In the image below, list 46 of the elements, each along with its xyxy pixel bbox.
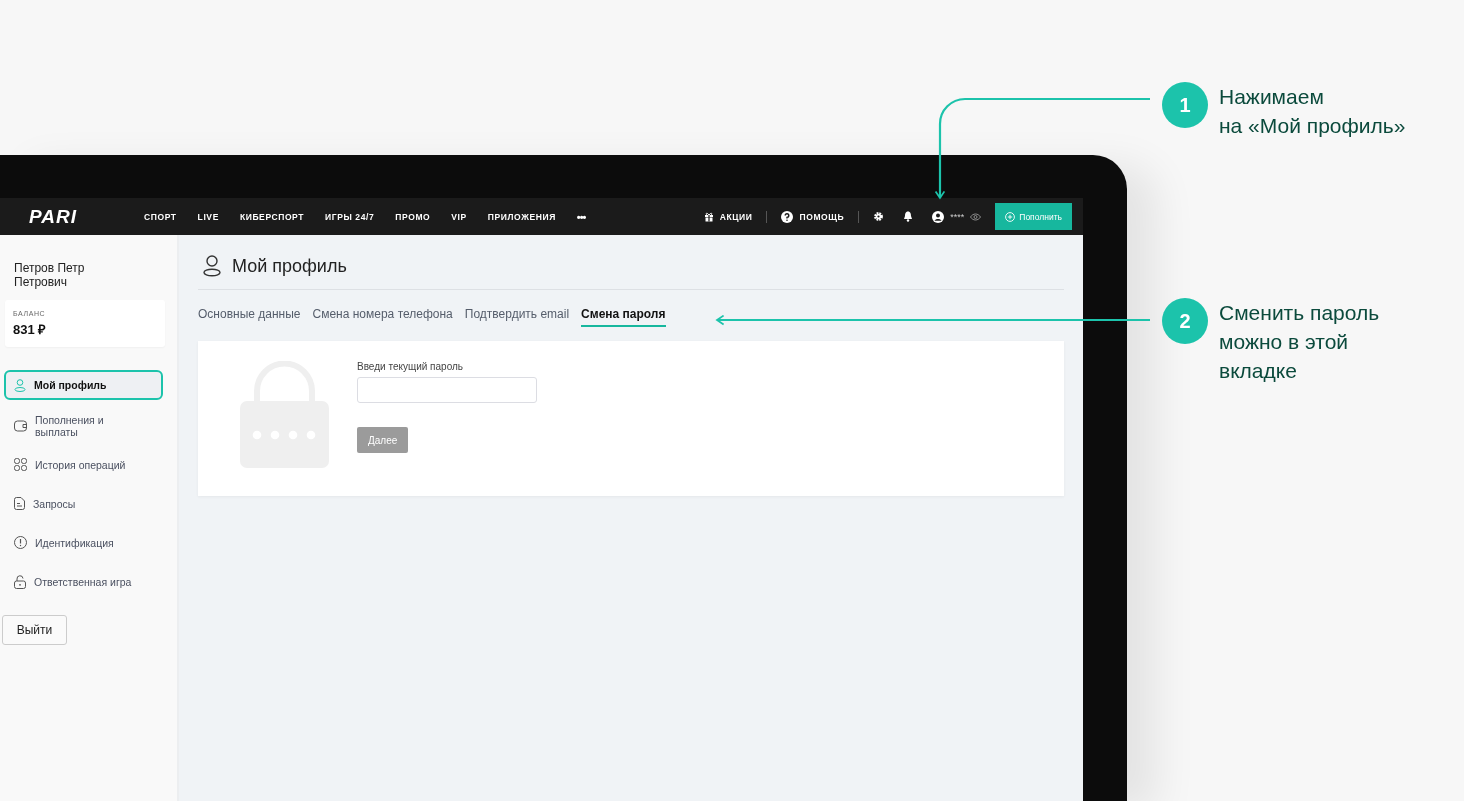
settings-icon[interactable] [873, 211, 885, 222]
nav-link[interactable]: ПРОМО [395, 211, 431, 222]
alert-icon [14, 536, 27, 549]
step-number: 2 [1162, 298, 1208, 344]
tab[interactable]: Подтвердить email [464, 307, 570, 327]
more-menu[interactable]: ••• [576, 210, 586, 223]
sidebar-item[interactable]: Идентификация [4, 523, 163, 562]
balance-amount: 831 ₽ [13, 321, 48, 338]
logo[interactable]: PARI [29, 205, 114, 228]
nav-link[interactable]: LIVE [197, 211, 219, 222]
tab[interactable]: Смена номера телефона [312, 307, 453, 327]
gift-icon [703, 211, 714, 222]
hidden-balance: **** [950, 211, 965, 222]
step-number: 1 [1162, 82, 1208, 128]
sidebar-item[interactable]: Запросы [4, 484, 163, 523]
sidebar-item[interactable]: Пополнения и выплаты [4, 406, 163, 445]
sidebar-item[interactable]: Ответственная игра [4, 562, 163, 601]
sidebar-item[interactable]: Мой профиль [4, 370, 163, 400]
user-name: Петров Петр Петрович [13, 261, 86, 289]
nav-link[interactable]: КИБЕРСПОРТ [239, 211, 305, 222]
grid-icon [14, 458, 27, 471]
field-label: Введи текущий пароль [357, 361, 464, 372]
callout-text: Сменить пароль можно в этой вкладке [1219, 300, 1380, 384]
wallet-icon [14, 419, 27, 432]
nav-link[interactable]: ПРИЛОЖЕНИЯ [487, 211, 556, 222]
help-link[interactable]: ПОМОЩЬ [799, 211, 845, 222]
account-icon[interactable] [932, 210, 945, 223]
nav-link[interactable]: VIP [451, 211, 467, 222]
eye-icon[interactable] [970, 212, 982, 221]
page-title: Мой профиль [232, 255, 347, 277]
person-icon [203, 255, 221, 277]
lock-icon [14, 574, 26, 589]
callout-text: Нажимаем на «Мой профиль» [1219, 84, 1406, 139]
nav-link[interactable]: СПОРТ [144, 211, 177, 222]
plus-circle-icon [1005, 211, 1016, 222]
password-field[interactable] [357, 377, 537, 403]
nav-link[interactable]: ИГРЫ 24/7 [325, 211, 375, 222]
person-icon [14, 378, 26, 392]
sidebar-item[interactable]: История операций [4, 445, 163, 484]
document-icon [14, 497, 25, 510]
tab[interactable]: Основные данные [198, 307, 301, 327]
logout-button[interactable]: Выйти [2, 615, 67, 645]
promotions-link[interactable]: АКЦИИ [719, 211, 753, 222]
help-icon [781, 210, 794, 223]
tab[interactable]: Смена пароля [581, 307, 666, 327]
bell-icon[interactable] [903, 211, 914, 222]
